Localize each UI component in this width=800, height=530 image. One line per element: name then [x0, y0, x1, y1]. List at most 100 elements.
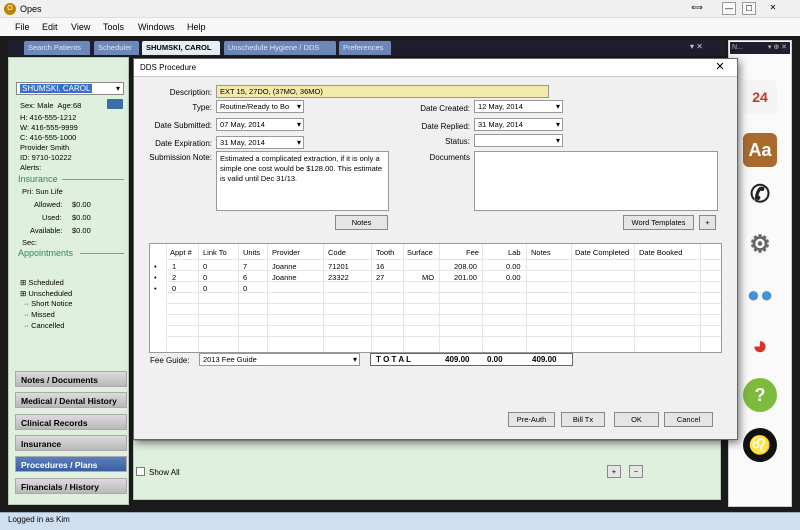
col-code[interactable]: Code: [328, 248, 346, 257]
type-label: Type:: [192, 103, 212, 112]
col-notes[interactable]: Notes: [531, 248, 551, 257]
col-date-completed[interactable]: Date Completed: [575, 248, 629, 257]
cell-appt[interactable]: 0: [172, 284, 176, 293]
notes-button[interactable]: Notes: [335, 215, 388, 230]
tab-search-patients[interactable]: Search Patients: [24, 41, 90, 55]
address-book-icon[interactable]: Aa: [743, 133, 777, 167]
nav-financials-history[interactable]: Financials / History: [15, 478, 127, 494]
cell-link[interactable]: 0: [203, 262, 207, 271]
cell-fee[interactable]: 201.00: [454, 273, 477, 282]
cell-lab[interactable]: 0.00: [506, 262, 521, 271]
bill-tx-button[interactable]: Bill Tx: [561, 412, 605, 427]
patient-home-phone: H: 416-555-1212: [20, 113, 77, 122]
nav-procedures-plans[interactable]: Procedures / Plans: [15, 456, 127, 472]
status-label: Status:: [445, 137, 470, 146]
nav-clinical-records[interactable]: Clinical Records: [15, 414, 127, 430]
col-provider[interactable]: Provider: [272, 248, 300, 257]
cell-appt[interactable]: 2: [172, 273, 176, 282]
tree-item-missed[interactable]: ·· Missed: [24, 310, 55, 319]
cell-lab[interactable]: 0.00: [506, 273, 521, 282]
insurance-primary: Pri: Sun Life: [22, 187, 63, 196]
grid-line: [166, 259, 721, 260]
minimize-button[interactable]: —: [722, 2, 736, 15]
patient-dropdown[interactable]: SHUMSKI, CAROL ▾: [16, 82, 124, 95]
chevron-down-icon: ▾: [115, 84, 120, 93]
word-templates-button[interactable]: Word Templates: [623, 215, 694, 230]
tree-item-scheduled[interactable]: ⊞ Scheduled: [20, 278, 64, 287]
close-button[interactable]: ✕: [766, 2, 780, 15]
cell-units[interactable]: 7: [243, 262, 247, 271]
col-date-booked[interactable]: Date Booked: [639, 248, 682, 257]
maximize-button[interactable]: ☐: [742, 2, 756, 15]
remove-button[interactable]: −: [629, 465, 643, 478]
description-field[interactable]: EXT 15, 27DO, (37MO, 36MO): [216, 85, 549, 98]
cell-provider[interactable]: Joanne: [272, 262, 297, 271]
nav-medical-dental-history[interactable]: Medical / Dental History: [15, 392, 127, 408]
documents-label: Documents: [429, 153, 470, 162]
col-appt[interactable]: Appt #: [170, 248, 192, 257]
col-lab[interactable]: Lab: [508, 248, 521, 257]
ok-button[interactable]: OK: [614, 412, 659, 427]
col-fee[interactable]: Fee: [466, 248, 479, 257]
tree-item-cancelled[interactable]: ·· Cancelled: [24, 321, 64, 330]
cell-tooth[interactable]: 27: [376, 273, 384, 282]
cell-code[interactable]: 71201: [328, 262, 349, 271]
cell-fee[interactable]: 208.00: [454, 262, 477, 271]
phone-icon[interactable]: ✆: [743, 178, 777, 212]
cell-link[interactable]: 0: [203, 273, 207, 282]
app-logo-icon: O: [4, 3, 16, 15]
menu-file[interactable]: File: [15, 22, 30, 32]
col-units[interactable]: Units: [243, 248, 260, 257]
cell-link[interactable]: 0: [203, 284, 207, 293]
date-expiration-picker[interactable]: 31 May, 2014: [216, 136, 304, 149]
help-icon[interactable]: ?: [743, 378, 777, 412]
tab-patient[interactable]: SHUMSKI, CAROL: [142, 41, 220, 55]
date-submitted-picker[interactable]: 07 May, 2014: [216, 118, 304, 131]
pre-auth-button[interactable]: Pre-Auth: [508, 412, 555, 427]
date-replied-picker[interactable]: 31 May, 2014: [474, 118, 563, 131]
menu-view[interactable]: View: [71, 22, 90, 32]
folder-add-icon[interactable]: [107, 99, 123, 109]
nav-insurance[interactable]: Insurance: [15, 435, 127, 451]
pie-chart-icon[interactable]: ◕: [743, 328, 777, 362]
insurance-used-label: Used:: [42, 213, 62, 222]
submission-note-textarea[interactable]: Estimated a complicated extraction, if i…: [216, 151, 389, 211]
gears-icon[interactable]: ⚙: [743, 228, 777, 262]
calendar-icon[interactable]: 24: [743, 80, 777, 114]
menu-edit[interactable]: Edit: [42, 22, 58, 32]
type-dropdown[interactable]: Routine/Ready to Bo: [216, 100, 304, 113]
show-all-checkbox[interactable]: [136, 467, 145, 476]
tree-item-unscheduled[interactable]: ⊞ Unscheduled: [20, 289, 72, 298]
tab-scheduler[interactable]: Scheduler: [94, 41, 139, 55]
add-template-button[interactable]: +: [699, 215, 716, 230]
menu-tools[interactable]: Tools: [103, 22, 124, 32]
tab-preferences[interactable]: Preferences: [339, 41, 391, 55]
tree-item-short-notice[interactable]: ·· Short Notice: [24, 299, 72, 308]
menu-windows[interactable]: Windows: [138, 22, 175, 32]
fee-guide-dropdown[interactable]: 2013 Fee Guide: [199, 353, 360, 366]
date-expiration-label: Date Expiration:: [155, 139, 212, 148]
status-dropdown[interactable]: [474, 134, 563, 147]
dialog-close-button[interactable]: ✕: [706, 60, 734, 75]
swap-icon[interactable]: ⟺: [690, 2, 704, 15]
cell-tooth[interactable]: 16: [376, 262, 384, 271]
section-divider: [62, 179, 124, 180]
col-surface[interactable]: Surface: [407, 248, 433, 257]
cell-units[interactable]: 0: [243, 284, 247, 293]
cancel-button[interactable]: Cancel: [664, 412, 713, 427]
cell-surface[interactable]: MO: [422, 273, 434, 282]
cell-provider[interactable]: Joanne: [272, 273, 297, 282]
col-tooth[interactable]: Tooth: [376, 248, 394, 257]
cell-appt[interactable]: 1: [172, 262, 176, 271]
add-button[interactable]: +: [607, 465, 621, 478]
documents-list[interactable]: [474, 151, 718, 211]
users-icon[interactable]: ●●: [743, 278, 777, 312]
menu-help[interactable]: Help: [187, 22, 206, 32]
tab-unschedule-hygiene[interactable]: Unschedule Hygiene / DDS: [224, 41, 336, 55]
cell-code[interactable]: 23322: [328, 273, 349, 282]
cell-units[interactable]: 6: [243, 273, 247, 282]
col-link-to[interactable]: Link To: [203, 248, 227, 257]
date-created-picker[interactable]: 12 May, 2014: [474, 100, 563, 113]
nav-notes-documents[interactable]: Notes / Documents: [15, 371, 127, 387]
tab-controls[interactable]: ▾ ✕: [690, 42, 703, 51]
